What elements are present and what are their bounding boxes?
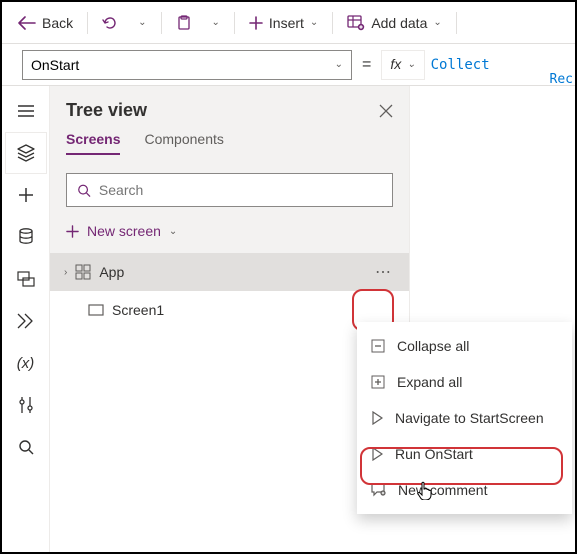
arrow-left-icon	[18, 16, 36, 30]
media-icon	[17, 271, 35, 287]
paste-dropdown[interactable]: ⌄	[204, 13, 228, 32]
back-label: Back	[42, 15, 73, 31]
tree-node-screen1[interactable]: Screen1	[50, 291, 409, 329]
undo-icon	[102, 15, 118, 31]
comment-icon	[371, 483, 386, 497]
menu-navigate-startscreen[interactable]: Navigate to StartScreen	[357, 400, 572, 436]
sliders-icon	[18, 396, 34, 414]
chevron-down-icon: ⌄	[335, 59, 343, 70]
rail-variables[interactable]: (x)	[5, 342, 47, 384]
undo-button[interactable]	[94, 11, 126, 35]
menu-collapse-label: Collapse all	[397, 338, 469, 354]
property-selector[interactable]: OnStart ⌄	[22, 50, 352, 80]
play-icon	[371, 411, 383, 425]
paste-button[interactable]	[168, 11, 200, 35]
menu-navigate-label: Navigate to StartScreen	[395, 410, 544, 426]
chevron-down-icon: ⌄	[310, 17, 318, 28]
new-screen-label: New screen	[87, 223, 161, 239]
rail-search[interactable]	[5, 426, 47, 468]
insert-button[interactable]: Insert ⌄	[241, 11, 326, 35]
top-toolbar: Back ⌄ ⌄ Insert ⌄ Add data ⌄	[2, 2, 575, 44]
plus-icon	[18, 187, 34, 203]
variable-icon: (x)	[17, 355, 35, 372]
table-add-icon	[347, 15, 365, 31]
tree-view-title: Tree view	[66, 100, 147, 121]
menu-new-comment[interactable]: New comment	[357, 472, 572, 508]
flow-icon	[17, 313, 35, 329]
formula-text[interactable]: Collect	[425, 57, 490, 73]
rail-data[interactable]	[5, 216, 47, 258]
tree-node-app[interactable]: › App ⋯	[50, 253, 409, 291]
app-icon	[75, 264, 91, 280]
menu-expand-label: Expand all	[397, 374, 462, 390]
chevron-down-icon: ⌄	[212, 17, 220, 28]
collapse-icon	[371, 339, 385, 353]
chevron-down-icon: ⌄	[169, 226, 177, 237]
close-panel-button[interactable]	[379, 104, 393, 118]
tree-view-panel: Tree view Screens Components New screen …	[50, 86, 410, 329]
context-menu: Collapse all Expand all Navigate to Star…	[357, 322, 572, 514]
screen1-label: Screen1	[112, 302, 164, 318]
tree-tabs: Screens Components	[50, 131, 409, 163]
plus-icon	[66, 225, 79, 238]
add-data-label: Add data	[371, 15, 427, 31]
separator	[234, 12, 235, 34]
layers-icon	[16, 143, 36, 163]
tree-search[interactable]	[66, 173, 393, 207]
chevron-right-icon[interactable]: ›	[64, 267, 67, 278]
new-screen-button[interactable]: New screen ⌄	[50, 217, 409, 253]
rail-tree-view[interactable]	[5, 132, 47, 174]
search-icon	[77, 183, 91, 198]
menu-expand-all[interactable]: Expand all	[357, 364, 572, 400]
fx-label: fx	[390, 56, 401, 74]
plus-icon	[249, 16, 263, 30]
tab-components[interactable]: Components	[144, 131, 223, 155]
app-more-button[interactable]: ⋯	[369, 259, 399, 285]
expand-icon	[371, 375, 385, 389]
screen-icon	[88, 304, 104, 316]
hamburger-icon	[17, 104, 35, 118]
fx-button[interactable]: fx ⌄	[381, 50, 424, 80]
undo-dropdown[interactable]: ⌄	[130, 13, 154, 32]
separator	[87, 12, 88, 34]
separator	[456, 12, 457, 34]
formula-text-cont: Rec	[550, 72, 573, 87]
search-input[interactable]	[99, 182, 382, 198]
menu-run-onstart[interactable]: Run OnStart	[357, 436, 572, 472]
rail-hamburger[interactable]	[5, 90, 47, 132]
search-icon	[18, 439, 34, 455]
app-label: App	[99, 264, 124, 280]
left-rail: (x)	[2, 86, 50, 552]
rail-power-automate[interactable]	[5, 300, 47, 342]
rail-advanced-tools[interactable]	[5, 384, 47, 426]
rail-media[interactable]	[5, 258, 47, 300]
chevron-down-icon: ⌄	[433, 17, 441, 28]
chevron-down-icon: ⌄	[407, 59, 415, 70]
insert-label: Insert	[269, 15, 304, 31]
close-icon	[379, 104, 393, 118]
separator	[161, 12, 162, 34]
play-icon	[371, 447, 383, 461]
separator	[332, 12, 333, 34]
chevron-down-icon: ⌄	[138, 17, 146, 28]
ellipsis-icon: ⋯	[375, 262, 393, 282]
database-icon	[18, 228, 34, 246]
rail-insert[interactable]	[5, 174, 47, 216]
menu-comment-label: New comment	[398, 482, 487, 498]
equals-label: =	[352, 56, 381, 74]
menu-run-label: Run OnStart	[395, 446, 473, 462]
menu-collapse-all[interactable]: Collapse all	[357, 328, 572, 364]
formula-bar: OnStart ⌄ = fx ⌄ Collect	[2, 44, 575, 86]
tab-screens[interactable]: Screens	[66, 131, 120, 155]
back-button[interactable]: Back	[10, 11, 81, 35]
clipboard-icon	[176, 15, 192, 31]
property-value: OnStart	[31, 57, 79, 73]
add-data-button[interactable]: Add data ⌄	[339, 11, 449, 35]
